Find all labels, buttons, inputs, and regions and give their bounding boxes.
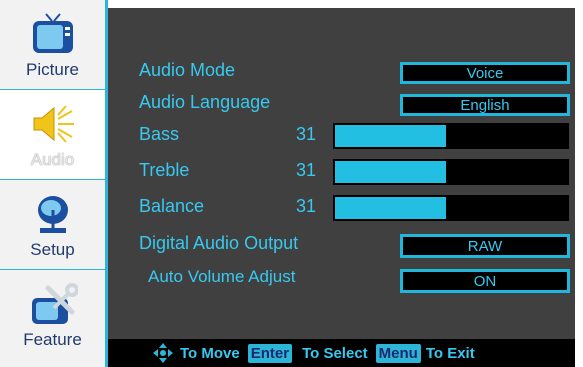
auto-volume-adjust-label: Auto Volume Adjust <box>148 267 296 286</box>
bass-value: 31 <box>295 124 316 144</box>
tab-feature-label: Feature <box>23 330 82 349</box>
enter-key: Enter <box>247 343 293 363</box>
audio-mode-label: Audio Mode <box>139 60 236 80</box>
digital-audio-output-value[interactable]: RAW <box>400 234 570 258</box>
navigate-arrows-icon <box>153 343 173 363</box>
auto-volume-adjust-value[interactable]: ON <box>400 269 570 293</box>
tab-audio[interactable]: Audio <box>0 90 105 180</box>
satellite-dish-icon <box>37 196 68 233</box>
treble-slider[interactable] <box>333 159 569 185</box>
audio-settings-panel: Audio Mode Voice Audio Language English … <box>108 8 575 367</box>
tab-feature[interactable]: Feature <box>0 270 105 360</box>
bass-label: Bass <box>139 124 180 144</box>
audio-mode-value[interactable]: Voice <box>400 62 570 84</box>
tab-picture[interactable]: Picture <box>0 0 105 90</box>
sidebar: Picture Audio Setup Feature <box>0 0 108 367</box>
balance-value: 31 <box>295 196 316 216</box>
balance-label: Balance <box>139 196 205 216</box>
treble-slider-fill <box>335 161 447 183</box>
treble-label: Treble <box>139 160 190 180</box>
audio-language-label: Audio Language <box>139 92 271 112</box>
select-hint: To Select <box>302 344 368 362</box>
speaker-icon <box>33 105 74 143</box>
move-hint: To Move <box>180 344 240 362</box>
balance-slider[interactable] <box>333 195 569 221</box>
digital-audio-output-label: Digital Audio Output <box>139 233 299 253</box>
tab-setup[interactable]: Setup <box>0 180 105 270</box>
tab-picture-label: Picture <box>26 60 79 79</box>
treble-value: 31 <box>295 160 316 180</box>
audio-language-value[interactable]: English <box>400 94 570 116</box>
balance-slider-fill <box>335 197 447 219</box>
tab-audio-label: Audio <box>30 150 75 169</box>
tv-icon <box>32 13 73 53</box>
menu-key: Menu <box>375 343 421 363</box>
tv-tools-icon <box>31 283 78 324</box>
bass-slider-fill <box>335 125 447 147</box>
tab-setup-label: Setup <box>30 240 75 259</box>
bass-slider[interactable] <box>333 123 569 149</box>
exit-hint: To Exit <box>425 344 475 362</box>
help-footer: To Move Enter To Select Menu To Exit <box>108 339 575 367</box>
